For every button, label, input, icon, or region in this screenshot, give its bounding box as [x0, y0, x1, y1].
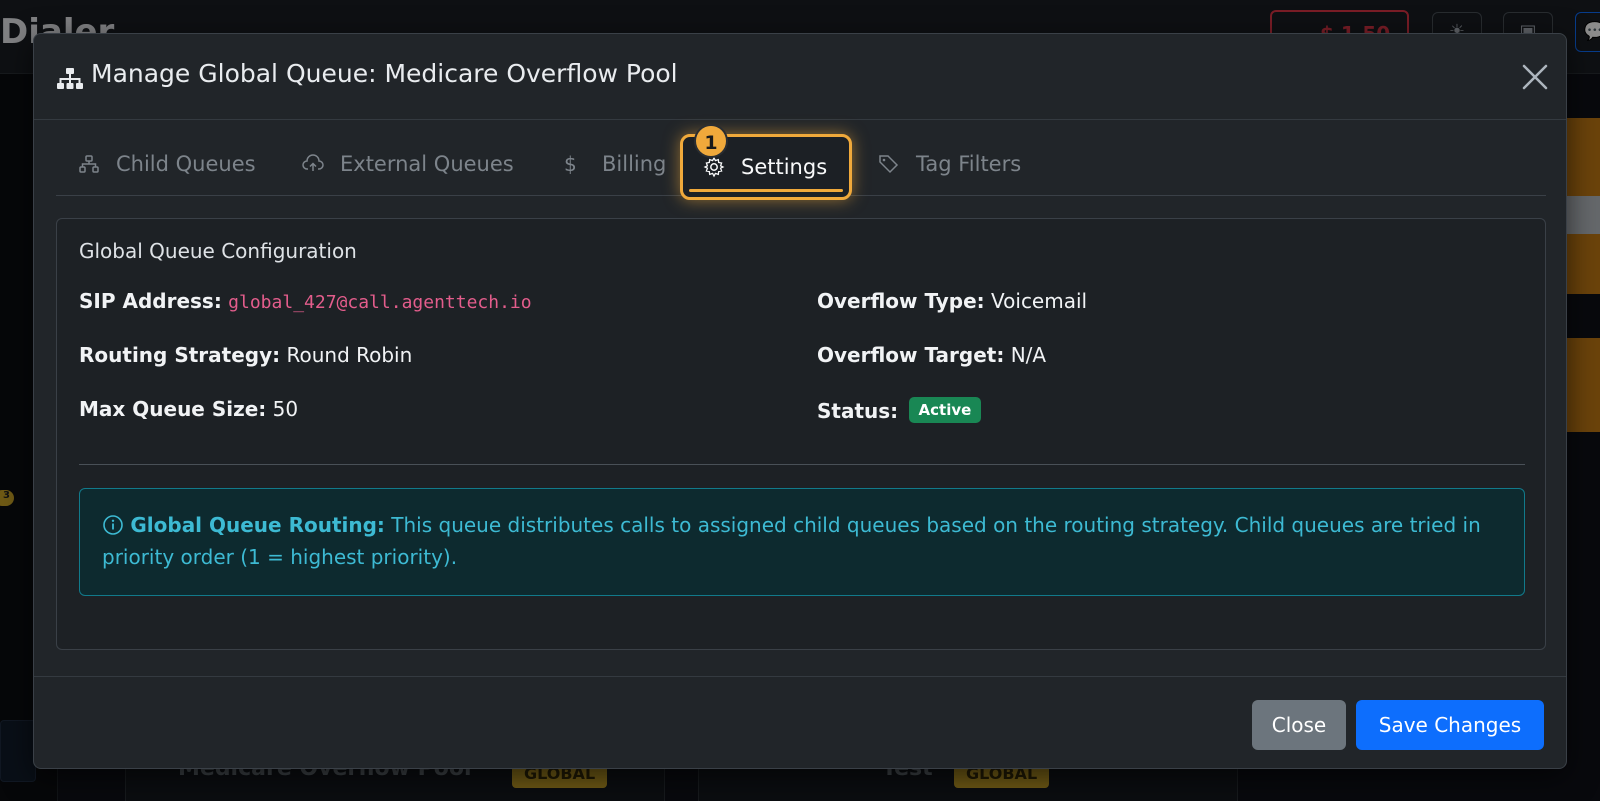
status-badge: Active	[908, 397, 982, 423]
max-queue-size-value: 50	[272, 397, 299, 421]
overflow-target-field: Overflow Target: N/A	[817, 343, 1046, 367]
divider	[79, 464, 1525, 465]
modal-body: Child Queues External Queues $ Billing 1	[34, 120, 1566, 677]
close-icon[interactable]	[1520, 62, 1550, 92]
tab-label: Settings	[741, 155, 828, 179]
field-label: Max Queue Size:	[79, 397, 267, 421]
info-icon	[103, 515, 123, 535]
field-label: SIP Address:	[79, 289, 222, 313]
tab-tag-filters[interactable]: Tag Filters	[878, 132, 1021, 196]
tab-bar: Child Queues External Queues $ Billing 1	[56, 124, 1546, 200]
info-alert: Global Queue Routing: This queue distrib…	[79, 488, 1525, 596]
step-badge: 1	[694, 124, 728, 158]
cloud-upload-icon	[302, 154, 324, 171]
settings-card: Global Queue Configuration SIP Address: …	[56, 218, 1546, 650]
sitemap-icon	[79, 155, 99, 173]
tab-billing[interactable]: $ Billing	[564, 132, 666, 196]
tab-label: Child Queues	[116, 152, 256, 176]
save-changes-button[interactable]: Save Changes	[1356, 700, 1544, 750]
sip-address-value: global_427@call.agenttech.io	[228, 292, 532, 313]
card-title: Global Queue Configuration	[79, 239, 357, 263]
sip-address-field: SIP Address: global_427@call.agenttech.i…	[79, 289, 532, 313]
tab-label: Tag Filters	[916, 152, 1022, 176]
overflow-type-field: Overflow Type: Voicemail	[817, 289, 1087, 313]
overflow-target-value: N/A	[1010, 343, 1047, 367]
modal-header: Manage Global Queue: Medicare Overflow P…	[34, 34, 1566, 120]
routing-strategy-value: Round Robin	[286, 343, 413, 367]
modal-title: Manage Global Queue: Medicare Overflow P…	[91, 59, 678, 88]
modal-footer: Close Save Changes	[34, 677, 1566, 769]
manage-queue-modal: Manage Global Queue: Medicare Overflow P…	[33, 33, 1567, 769]
sitemap-icon	[57, 68, 83, 89]
status-field: Status: Active	[817, 397, 982, 423]
max-queue-size-field: Max Queue Size: 50	[79, 397, 298, 421]
field-label: Overflow Target:	[817, 343, 1005, 367]
alert-title: Global Queue Routing:	[130, 513, 385, 537]
field-label: Routing Strategy:	[79, 343, 281, 367]
tab-label: External Queues	[340, 152, 514, 176]
routing-strategy-field: Routing Strategy: Round Robin	[79, 343, 412, 367]
field-label: Overflow Type:	[817, 289, 985, 313]
dollar-icon: $	[564, 152, 577, 176]
tags-icon	[879, 155, 899, 174]
overflow-type-value: Voicemail	[991, 289, 1088, 313]
tab-child-queues[interactable]: Child Queues	[78, 132, 256, 196]
tab-label: Billing	[602, 152, 667, 176]
tab-external-queues[interactable]: External Queues	[302, 132, 514, 196]
close-button[interactable]: Close	[1252, 700, 1346, 750]
field-label: Status:	[817, 399, 899, 423]
gear-icon	[703, 156, 725, 178]
